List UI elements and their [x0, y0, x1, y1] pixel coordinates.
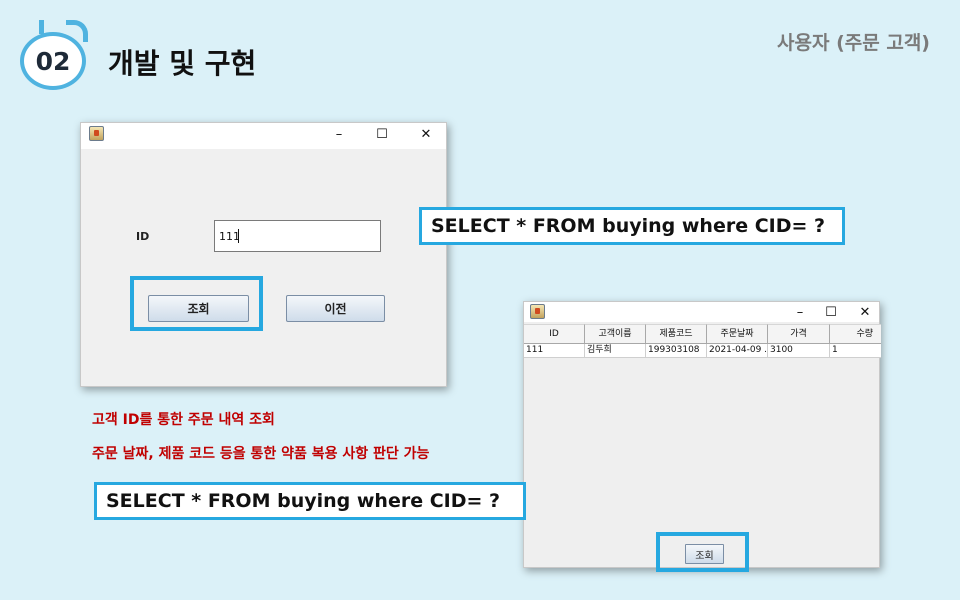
minimize-button[interactable]: –	[329, 124, 349, 144]
text-caret	[238, 229, 239, 243]
table-header: ID 고객이름 제품코드 주문날짜 가격 수량	[524, 324, 881, 344]
table-cell: 3100	[768, 344, 830, 358]
result-window: – ☐ ✕ ID 고객이름 제품코드 주문날짜 가격 수량 111 김두희 19…	[523, 301, 881, 568]
column-header[interactable]: ID	[524, 324, 585, 344]
sql-callout-top: SELECT * FROM buying where CID= ?	[419, 207, 845, 245]
column-header[interactable]: 고객이름	[585, 324, 646, 344]
prev-button[interactable]: 이전	[286, 295, 385, 322]
search-button-highlight	[656, 532, 749, 572]
note-line: 주문 날짜, 제품 코드 등을 통한 약품 복용 사항 판단 가능	[92, 446, 430, 462]
table-cell: 2021-04-09 ...	[707, 344, 768, 358]
lookup-window: – ☐ ✕ ID 조회 이전	[80, 122, 447, 387]
column-header[interactable]: 가격	[768, 324, 830, 344]
column-header[interactable]: 주문날짜	[707, 324, 768, 344]
close-button[interactable]: ✕	[416, 124, 436, 144]
title-bar: – ☐ ✕	[524, 302, 879, 322]
table-row[interactable]: 111 김두희 199303108 2021-04-09 ... 3100 1	[524, 344, 881, 358]
note-line: 고객 ID를 통한 주문 내역 조회	[92, 412, 275, 428]
table-cell: 김두희	[585, 344, 646, 358]
slide-title: 개발 및 구현	[108, 47, 257, 80]
table-cell: 111	[524, 344, 585, 358]
maximize-button[interactable]: ☐	[372, 124, 392, 144]
java-app-icon	[530, 304, 545, 319]
table-cell: 199303108	[646, 344, 707, 358]
column-header[interactable]: 제품코드	[646, 324, 707, 344]
table-cell: 1	[832, 345, 838, 355]
maximize-button[interactable]: ☐	[821, 302, 841, 322]
title-bar: – ☐ ✕	[81, 123, 446, 149]
id-input[interactable]	[214, 220, 381, 252]
section-label: 사용자 (주문 고객)	[777, 32, 930, 54]
close-button[interactable]: ✕	[855, 302, 875, 322]
search-button-highlight	[130, 276, 263, 331]
section-number: 02	[20, 32, 86, 90]
id-label: ID	[136, 230, 150, 243]
java-app-icon	[89, 126, 104, 141]
minimize-button[interactable]: –	[790, 302, 810, 322]
sql-callout-bottom: SELECT * FROM buying where CID= ?	[94, 482, 526, 520]
orders-table: ID 고객이름 제품코드 주문날짜 가격 수량 111 김두희 19930310…	[524, 324, 881, 358]
column-header[interactable]: 수량	[830, 324, 881, 344]
